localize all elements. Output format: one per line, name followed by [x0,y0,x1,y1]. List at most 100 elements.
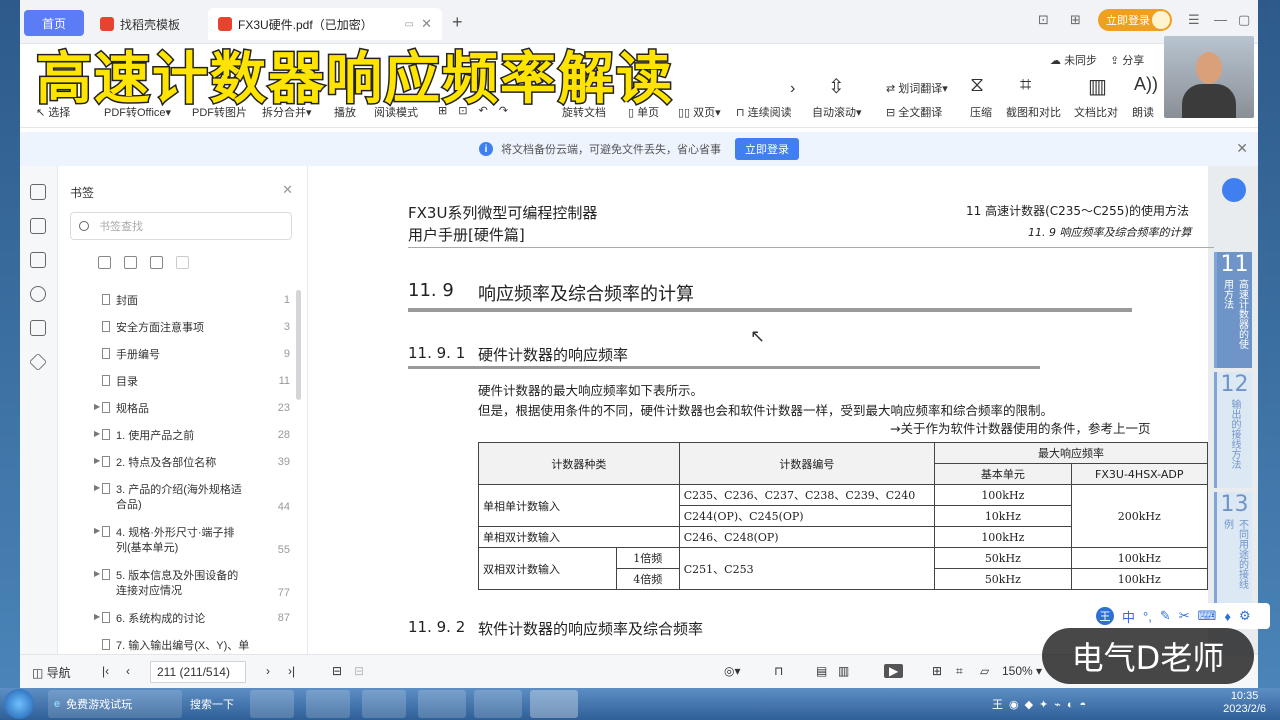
system-tray-icons[interactable]: 王◉◆✦⌁◐◓ [986,690,1116,718]
nav-toggle[interactable]: ◫ 导航 [32,664,71,681]
bookmark-item[interactable]: ▶ 规格品 23 [94,402,290,417]
chapter-tab-11[interactable]: 11 高速计数器的使用方法 [1214,252,1252,368]
comment-icon[interactable] [30,252,46,268]
expand-arrow-icon[interactable]: ▶ [94,612,100,621]
expand-all-icon[interactable] [98,256,111,269]
maximize-icon[interactable]: ▢ [1238,12,1250,28]
bookmark-item[interactable]: ▶ 3. 产品的介绍(海外规格适合品) 44 [94,483,290,513]
remove-bookmark-icon[interactable] [176,256,189,269]
layers-icon[interactable] [28,352,48,372]
bookmark-item[interactable]: ▶ 4. 规格·外形尺寸·端子排列(基本单元) 55 [94,526,290,556]
ime-toolbar[interactable]: 王中 °, ✎ ✂ ⌨ ♦ ⚙ [1090,603,1270,629]
search-icon [79,221,89,231]
expand-arrow-icon[interactable]: ▶ [94,456,100,465]
signature-icon[interactable] [30,320,46,336]
tool-screenshot-compare[interactable]: 截图和对比 [1006,104,1061,120]
tab-pin-icon[interactable]: ▭ [405,19,414,30]
doc-header-section: 11. 9 响应频率及综合频率的计算 [1028,226,1192,239]
minimize-icon[interactable]: — [1214,12,1227,27]
mail-icon[interactable] [362,690,406,718]
bookmark-item[interactable]: ▶ 2. 特点及各部位名称 39 [94,456,290,471]
first-page-icon[interactable]: |‹ [102,664,109,678]
notice-login-button[interactable]: 立即登录 [735,138,799,160]
ime-settings-icon[interactable]: ⚙ [1239,608,1251,624]
skin-icon[interactable]: ☰ [1188,12,1200,28]
zoom-level[interactable]: 150% ▾ [1002,664,1042,678]
play-icon[interactable]: ▶ [884,664,904,678]
double-page-icon[interactable]: ▥ [838,664,849,678]
ime-skin-icon[interactable]: ♦ [1224,609,1231,624]
single-page-icon[interactable]: ▤ [816,664,827,678]
collapse-all-icon[interactable] [124,256,137,269]
login-button[interactable]: 立即登录 [1098,9,1172,31]
next-arrow-icon[interactable]: › [790,80,795,98]
add-bookmark-icon[interactable] [150,256,163,269]
close-icon[interactable]: ✕ [1236,140,1248,157]
page-number-input[interactable]: 211 (211/514) [150,661,246,683]
expand-arrow-icon[interactable]: ▶ [94,402,100,411]
sync-status[interactable]: ☁ 未同步 [1050,52,1097,68]
tool-full-translate[interactable]: ⊟ 全文翻译 [886,104,942,120]
expand-arrow-icon[interactable]: ▶ [94,569,100,578]
taskbar-search[interactable]: 搜索一下 [184,690,246,718]
tool-auto-scroll-label: 自动滚动 [812,107,856,119]
crop-icon[interactable]: ⌗ [956,664,963,679]
scrollbar[interactable] [296,290,301,400]
bookmark-item[interactable]: ▶ 1. 使用产品之前 28 [94,429,290,444]
tab-home[interactable]: 首页 [24,10,84,36]
bookmark-search-input[interactable]: 书签查找 [70,212,292,240]
tool-auto-scroll[interactable]: 自动滚动▾ [812,104,862,120]
taskbar-ie[interactable]: e 免费游戏试玩 [48,690,182,718]
comment-mode-icon[interactable]: ▱ [980,664,989,678]
tool-doc-compare[interactable]: 文档比对 [1074,104,1118,120]
floating-tool-icon[interactable] [1222,178,1246,202]
bookmark-item[interactable]: 安全方面注意事项 3 [102,321,290,336]
fit-page-icon[interactable]: ⊞ [932,664,942,678]
expand-arrow-icon[interactable]: ▶ [94,526,100,535]
chapter-tab-13[interactable]: 13 不同用途的接线例 [1214,492,1252,608]
wps-icon[interactable] [530,690,578,718]
bookmark-item[interactable]: ▶ 6. 系统构成的讨论 87 [94,612,290,627]
start-button[interactable] [4,689,34,719]
tool-read-aloud[interactable]: 朗读 [1132,104,1154,120]
chrome-icon[interactable] [250,690,294,718]
tool-continuous[interactable]: ⊓ 连续阅读 [736,104,792,120]
tab-close-icon[interactable]: ✕ [421,16,432,32]
thumbnail-icon[interactable] [30,218,46,234]
expand-arrow-icon[interactable]: ▶ [94,429,100,438]
browser-icon[interactable] [306,690,350,718]
bookmark-icon[interactable] [30,184,46,200]
fit-width-icon[interactable]: ⊓ [774,664,783,678]
expand-arrow-icon[interactable]: ▶ [94,483,100,492]
forward-icon[interactable]: ⊟ [354,664,364,678]
explorer-icon[interactable] [418,690,466,718]
ime-scissors-icon[interactable]: ✂ [1179,608,1190,624]
share-button[interactable]: ⇪ 分享 [1110,52,1144,68]
tool-double-page[interactable]: ▯▯ 双页▾ [678,104,721,120]
eye-protect-icon[interactable]: ◎▾ [724,664,741,678]
ime-pen-icon[interactable]: ✎ [1160,608,1171,624]
share-label: 分享 [1122,55,1145,67]
ime-punct-icon[interactable]: °, [1143,609,1152,624]
next-page-icon[interactable]: › [266,664,270,678]
ime-keyboard-icon[interactable]: ⌨ [1198,608,1217,624]
grid-icon[interactable]: ⊞ [1070,12,1081,28]
layout-icon[interactable]: ⊡ [1038,12,1049,28]
bookmark-item[interactable]: 封面 1 [102,294,290,309]
chapter-tab-12[interactable]: 12 输出的接线方法 [1214,372,1252,488]
recorder-icon[interactable] [474,690,522,718]
clock[interactable]: 10:35 2023/2/6 [1223,690,1266,716]
bookmark-search-placeholder: 书签查找 [99,221,143,233]
bookmark-item[interactable]: 手册编号 9 [102,348,290,363]
bookmark-item[interactable]: ▶ 5. 版本信息及外围设备的连接对应情况 77 [94,569,290,599]
back-icon[interactable]: ⊟ [332,664,342,678]
prev-page-icon[interactable]: ‹ [126,664,130,678]
bookmark-item[interactable]: ▶7. 输入输出编号(X、Y)、单 [102,639,288,653]
bookmark-item[interactable]: 目录 11 [102,375,290,390]
panel-close-icon[interactable]: ✕ [282,182,293,198]
attachment-icon[interactable] [30,286,46,302]
tool-compress[interactable]: 压缩 [970,104,992,120]
new-tab-icon[interactable]: + [452,12,463,33]
tool-word-translate[interactable]: ⇄ 划词翻译▾ [886,80,948,96]
last-page-icon[interactable]: ›| [288,664,295,678]
